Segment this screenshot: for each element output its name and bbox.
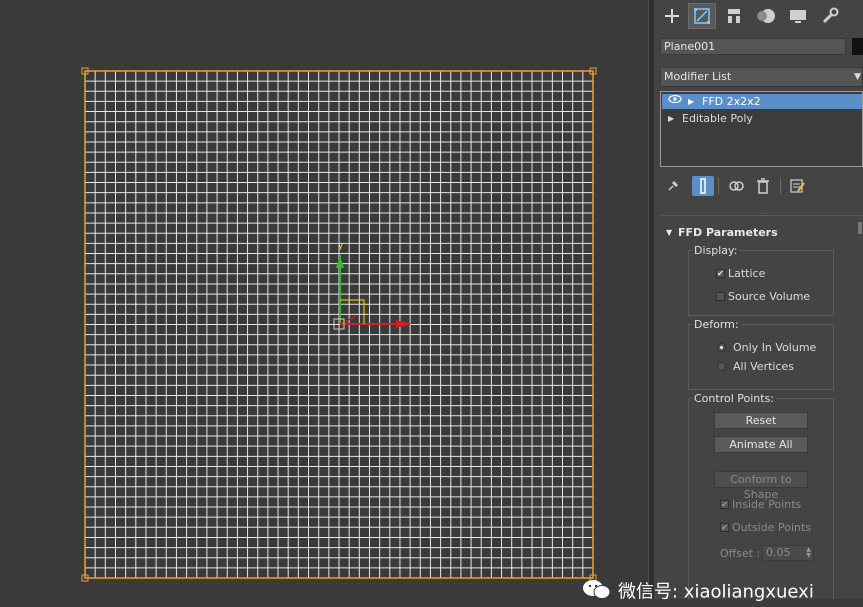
command-panel: Plane001 Modifier List ▼ ▶ FFD 2x2x2 ▶ E…: [654, 0, 863, 599]
stack-toolbar: [660, 174, 863, 198]
create-plus-icon: [665, 9, 679, 23]
inside-points-checkbox[interactable]: ✔: [720, 500, 729, 509]
ffd-parameters-rollout-header[interactable]: ▼ FFD Parameters: [660, 224, 863, 242]
offset-value: 0.05: [766, 546, 791, 559]
tab-modify[interactable]: [688, 3, 716, 29]
stack-item-ffd[interactable]: ▶ FFD 2x2x2: [662, 94, 862, 109]
modifier-list-dropdown[interactable]: Modifier List ▼: [660, 67, 863, 87]
collapse-triangle-icon: ▼: [666, 228, 673, 237]
modifier-stack[interactable]: ▶ FFD 2x2x2 ▶ Editable Poly: [660, 91, 863, 167]
only-in-volume-label: Only In Volume: [733, 341, 817, 354]
show-end-result-icon: [700, 178, 706, 194]
rollout-title: FFD Parameters: [678, 226, 778, 239]
command-panel-tabs: [654, 0, 863, 32]
stack-item-editable-poly[interactable]: ▶ Editable Poly: [662, 111, 862, 126]
gizmo-y-label: y: [338, 241, 344, 251]
all-vertices-radio[interactable]: [717, 362, 726, 371]
expand-triangle-icon[interactable]: ▶: [688, 94, 694, 109]
rollout-divider[interactable]: ::::: [660, 212, 863, 218]
tab-create[interactable]: [658, 3, 686, 29]
display-group-title: Display:: [692, 244, 740, 257]
chevron-down-icon: ▼: [854, 72, 861, 82]
tab-hierarchy[interactable]: [720, 3, 748, 29]
outside-points-label: Outside Points: [732, 521, 812, 534]
modify-icon: [694, 8, 710, 24]
tab-display[interactable]: [784, 3, 812, 29]
show-end-result-button[interactable]: [692, 176, 714, 196]
watermark: 微信号: xiaoliangxuexi: [582, 578, 814, 603]
remove-modifier-button[interactable]: [752, 176, 774, 196]
gizmo-x-arrow[interactable]: [396, 320, 412, 328]
modifier-list-label: Modifier List: [664, 70, 732, 83]
all-vertices-label: All Vertices: [733, 360, 795, 373]
configure-modifier-sets-button[interactable]: [786, 176, 808, 196]
outside-points-checkbox[interactable]: ✔: [720, 523, 729, 532]
display-icon: [790, 10, 806, 23]
make-unique-icon: [729, 181, 744, 191]
deform-group-title: Deform:: [692, 318, 741, 331]
grip-icon: ::::: [760, 211, 769, 218]
control-points-group-title: Control Points:: [692, 392, 777, 405]
expand-triangle-icon[interactable]: ▶: [668, 111, 674, 126]
object-name-field[interactable]: Plane001: [660, 38, 846, 55]
tab-utilities[interactable]: [816, 3, 844, 29]
toolbar-separator: [780, 178, 781, 194]
lattice-checkbox[interactable]: ✔: [716, 269, 725, 278]
pin-icon: [668, 181, 678, 191]
toolbar-separator: [718, 178, 719, 194]
perspective-viewport[interactable]: y: [0, 0, 648, 599]
conform-to-shape-button[interactable]: Conform to Shape: [714, 471, 808, 501]
deform-group: [688, 324, 834, 390]
tab-motion[interactable]: [752, 3, 780, 29]
trash-icon: [757, 178, 769, 194]
pin-stack-button[interactable]: [662, 176, 684, 196]
object-color-swatch[interactable]: [852, 38, 863, 55]
motion-icon: [757, 9, 775, 23]
plane-wireframe-grid: [84, 70, 594, 579]
inside-points-label: Inside Points: [732, 498, 802, 511]
viewport-canvas[interactable]: y: [0, 0, 648, 599]
eye-icon[interactable]: [668, 94, 682, 109]
utilities-wrench-icon: [822, 7, 839, 24]
stack-item-label: FFD 2x2x2: [702, 95, 761, 108]
only-in-volume-radio[interactable]: [717, 343, 726, 352]
make-unique-button[interactable]: [726, 176, 748, 196]
wechat-icon: [582, 578, 612, 607]
gizmo-y-arrow[interactable]: [336, 256, 344, 268]
offset-spinner-field[interactable]: 0.05 ▲ ▼: [762, 545, 814, 561]
source-volume-checkbox[interactable]: [716, 292, 725, 301]
stack-item-label: Editable Poly: [682, 112, 753, 125]
source-volume-label: Source Volume: [728, 290, 811, 303]
display-group: [688, 250, 834, 316]
panel-scroll-indicator[interactable]: [857, 222, 863, 234]
lattice-label: Lattice: [728, 267, 766, 280]
hierarchy-icon: [728, 9, 740, 23]
spinner-arrows-icon[interactable]: ▲ ▼: [806, 547, 811, 559]
gizmo-z-axis[interactable]: [339, 315, 357, 325]
configure-icon: [790, 179, 805, 193]
offset-label: Offset :: [720, 547, 761, 560]
animate-all-button[interactable]: Animate All: [714, 436, 808, 453]
watermark-text: 微信号: xiaoliangxuexi: [618, 581, 814, 603]
reset-button[interactable]: Reset: [714, 412, 808, 429]
